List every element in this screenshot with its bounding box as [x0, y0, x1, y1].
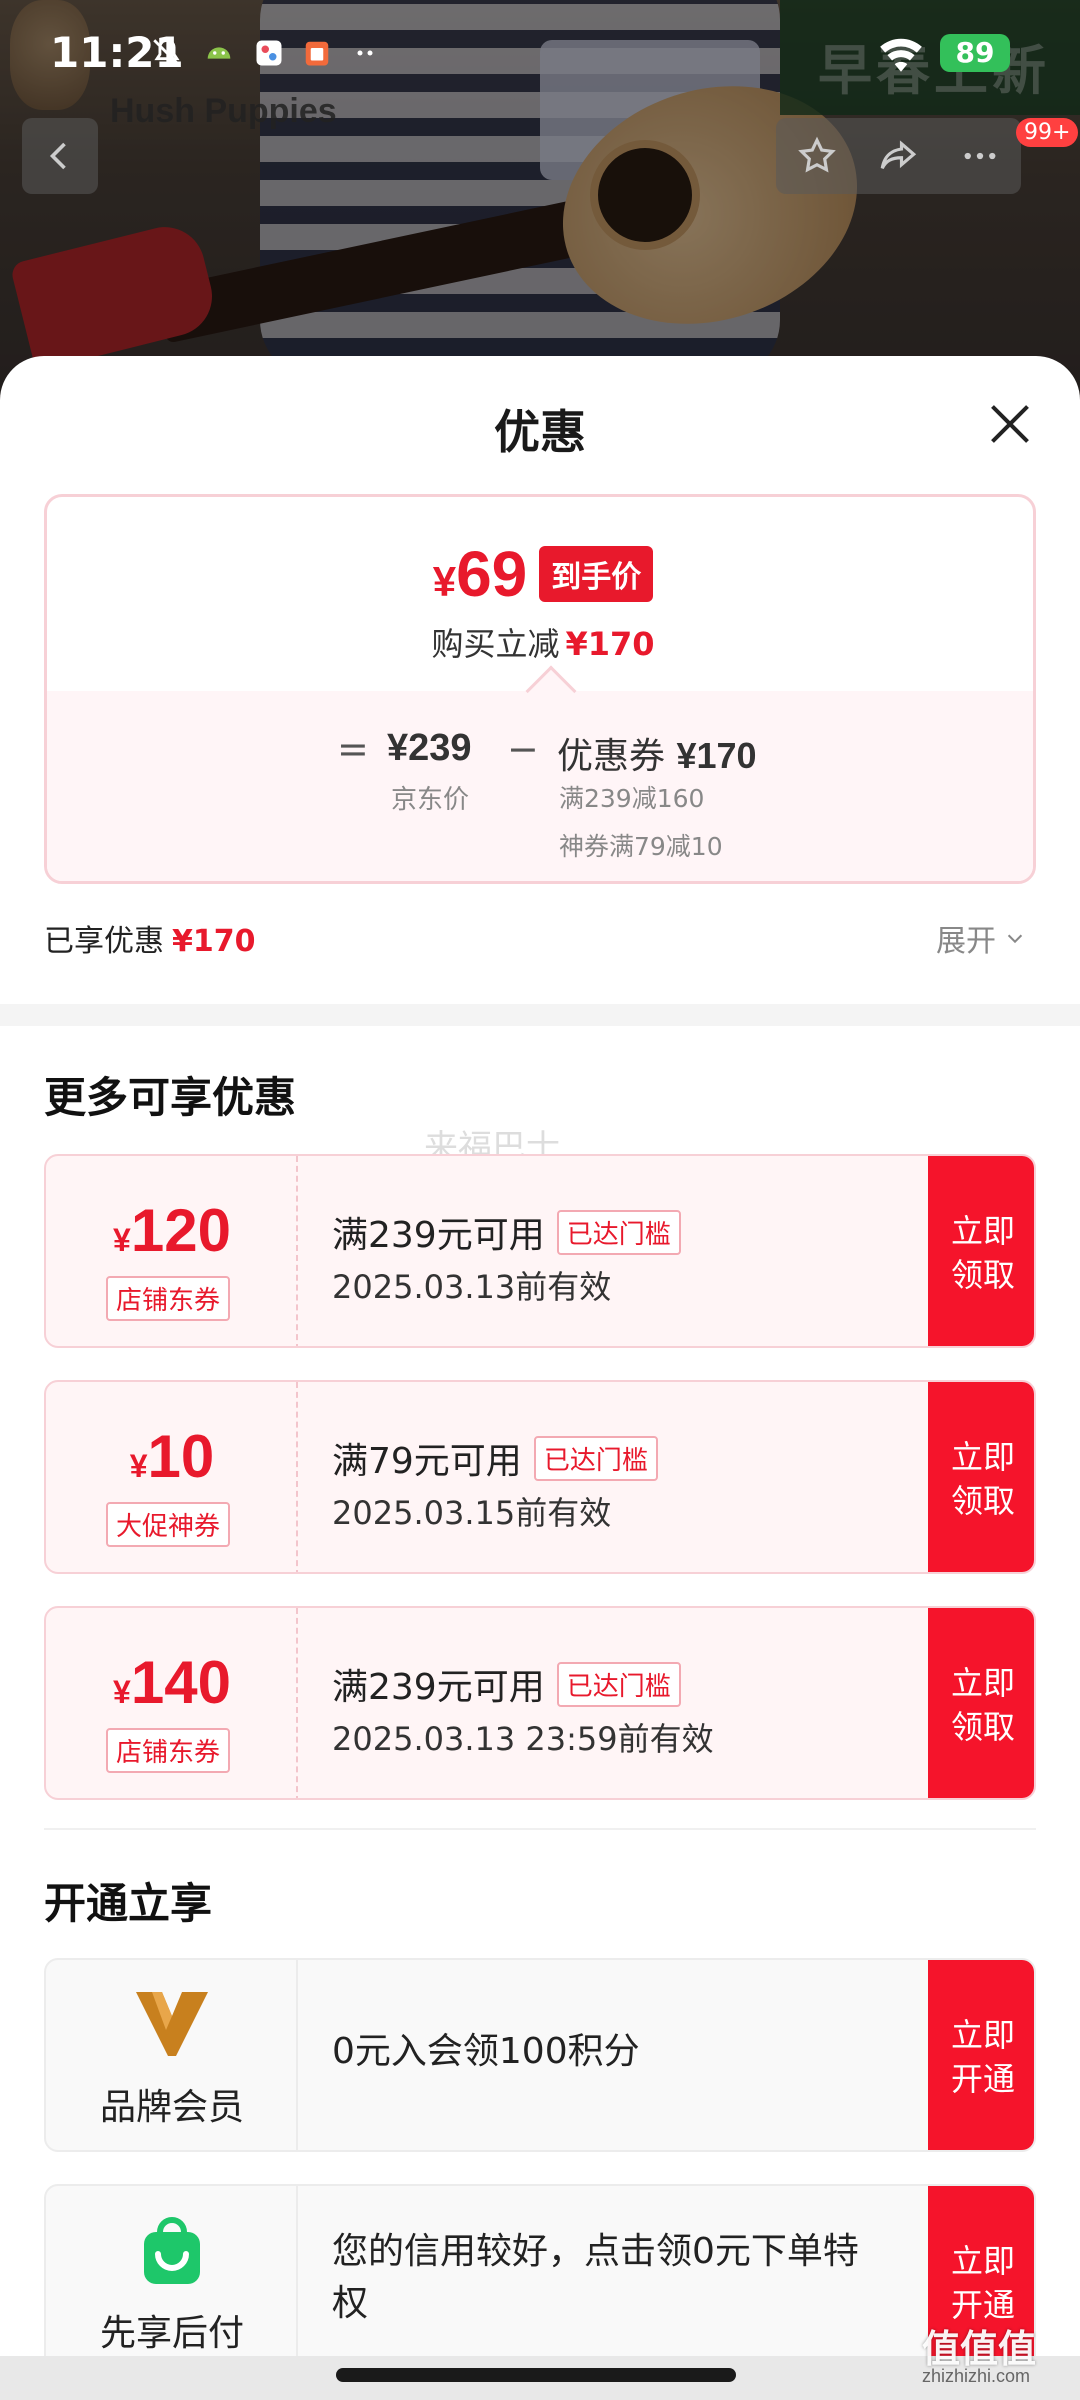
threshold-reached-tag: 已达门槛: [556, 1661, 681, 1707]
site-watermark: 值值值: [922, 2327, 1037, 2371]
coupon-card: ¥10 大促神券 满79元可用 已达门槛 2025.03.15前有效 立即领取: [44, 1380, 1036, 1574]
notification-badge: 99+: [1016, 118, 1079, 147]
coupon-condition: 满239元可用 已达门槛: [332, 1658, 681, 1710]
claim-coupon-button[interactable]: 立即领取: [928, 1608, 1034, 1798]
back-button[interactable]: [22, 118, 98, 194]
site-url: zhizhizhi.com: [922, 2366, 1031, 2386]
claim-coupon-button[interactable]: 立即领取: [928, 1382, 1034, 1572]
reduce-row: 购买立减 ¥170: [47, 619, 1033, 665]
minus-sign: −: [507, 727, 539, 771]
coupon-type-tag: 大促神券: [106, 1502, 231, 1547]
reduce-amount: ¥170: [565, 625, 655, 663]
star-icon[interactable]: [796, 135, 838, 177]
divider: [44, 1828, 1036, 1830]
clipboard-icon: [302, 38, 332, 77]
reduce-label: 购买立减: [431, 625, 560, 663]
top-action-group: [776, 118, 1021, 194]
more-discounts-title: 更多可享优惠: [44, 1073, 297, 1122]
member-label: 先享后付: [99, 2313, 244, 2354]
threshold-reached-tag: 已达门槛: [556, 1209, 681, 1255]
coupon-expiry: 2025.03.13 23:59前有效: [332, 1720, 714, 1758]
open-benefits-title: 开通立享: [44, 1879, 213, 1928]
coupon-detail: 神券满79减10: [559, 832, 723, 861]
chevron-left-icon: [49, 142, 66, 170]
member-benefit-text: 您的信用较好，点击领0元下单特权: [332, 2231, 859, 2324]
close-icon: [991, 405, 1029, 443]
membership-card: 先享后付 您的信用较好，点击领0元下单特权 立即开通: [44, 2184, 1036, 2378]
equals-sign: =: [337, 727, 369, 771]
coupon-condition: 满79元可用 已达门槛: [332, 1432, 658, 1484]
brand-v-icon: [136, 1992, 208, 2056]
more-icon[interactable]: [959, 135, 1001, 177]
jd-price-label: 京东价: [391, 785, 470, 815]
threshold-reached-tag: 已达门槛: [533, 1435, 658, 1481]
coupon-amount: ¥140: [113, 1649, 231, 1716]
coupon-amount: ¥120: [113, 1197, 231, 1264]
coupon-card: ¥140 店铺东券 满239元可用 已达门槛 2025.03.13 23:59前…: [44, 1606, 1036, 1800]
final-price: ¥69: [432, 538, 528, 610]
final-price-tag: 到手价: [539, 546, 654, 602]
member-benefit-text: 0元入会领100积分: [332, 2031, 640, 2072]
coupon-condition: 满239元可用 已达门槛: [332, 1206, 681, 1258]
member-label: 品牌会员: [99, 2087, 244, 2128]
photos-icon: [254, 38, 284, 77]
claim-coupon-button[interactable]: 立即领取: [928, 1156, 1034, 1346]
coupon-type-tag: 店铺东券: [106, 1276, 231, 1321]
more-dots-icon: [350, 38, 380, 77]
coupon-total: 优惠券 ¥170: [557, 735, 757, 777]
enjoyed-amount: ¥170: [172, 924, 256, 959]
sheet-title: 优惠: [494, 405, 586, 459]
home-indicator[interactable]: [336, 2368, 736, 2382]
close-button[interactable]: [980, 394, 1040, 454]
expand-label: 展开: [936, 924, 996, 959]
discount-sheet: 优惠 ¥69 到手价 购买立减 ¥170 = ¥239 京东价 − 优惠券 ¥17…: [0, 356, 1080, 2400]
battery-icon: 89: [940, 34, 1010, 72]
coupon-amount: ¥10: [129, 1423, 215, 1490]
membership-card: 品牌会员 0元入会领100积分 立即开通: [44, 1958, 1036, 2152]
price-summary-card: ¥69 到手价 购买立减 ¥170 = ¥239 京东价 − 优惠券 ¥170 满…: [44, 494, 1036, 884]
coupon-expiry: 2025.03.15前有效: [332, 1494, 612, 1532]
final-price-row: ¥69 到手价: [47, 537, 1033, 611]
share-icon[interactable]: [877, 135, 919, 177]
coupon-detail: 满239减160: [559, 784, 705, 813]
battery-level: 89: [955, 36, 995, 69]
section-divider: [0, 1004, 1080, 1026]
coupon-card: ¥120 店铺东券 满239元可用 已达门槛 2025.03.13前有效 立即领…: [44, 1154, 1036, 1348]
chevron-down-icon: [1007, 934, 1023, 944]
status-bar: 11:21 89: [0, 0, 1080, 110]
enjoyed-discount: 已享优惠 ¥170: [44, 916, 256, 960]
coupon-expiry: 2025.03.13前有效: [332, 1268, 612, 1306]
expand-button[interactable]: 展开: [936, 916, 1026, 960]
jd-price: ¥239: [387, 727, 472, 769]
enjoyed-label: 已享优惠: [44, 924, 164, 959]
mute-icon: [150, 36, 184, 79]
android-icon: [202, 36, 236, 79]
wifi-icon: [880, 38, 922, 72]
shopping-bag-icon: [144, 2217, 200, 2284]
open-membership-button[interactable]: 立即开通: [928, 1960, 1034, 2150]
coupon-type-tag: 店铺东券: [106, 1728, 231, 1773]
